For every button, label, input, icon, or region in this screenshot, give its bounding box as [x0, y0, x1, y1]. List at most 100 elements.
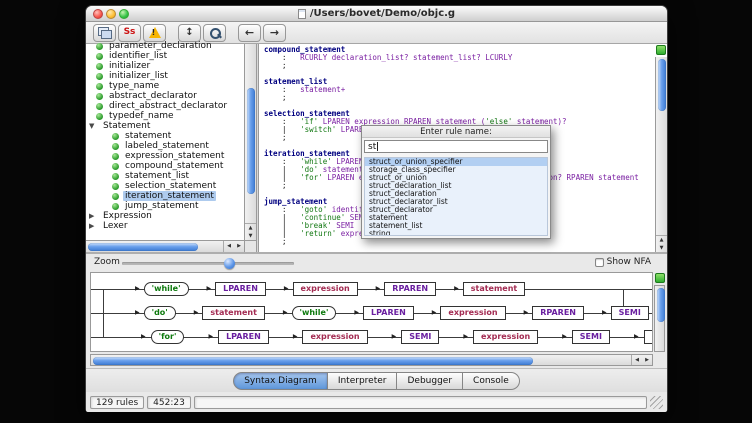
zoom-label: Zoom	[94, 257, 120, 267]
diagram-node-RPAREN[interactable]: RPAREN	[532, 306, 584, 320]
code-segment: RCURLY declaration_list? statement_list?…	[300, 53, 512, 62]
sidebar-item-statement[interactable]: statement	[86, 131, 244, 141]
tab-syntax-diagram[interactable]: Syntax Diagram	[233, 372, 328, 390]
scroll-right-icon[interactable]: ▶	[642, 355, 652, 365]
diagram-node-statement[interactable]: statement	[463, 282, 526, 296]
sidebar-horizontal-scrollbar[interactable]: ◀ ▶	[86, 240, 244, 252]
scroll-up-icon[interactable]: ▲	[656, 236, 667, 244]
scroll-right-icon[interactable]: ▶	[234, 241, 244, 252]
sidebar-item-typedef_name[interactable]: typedef_name	[86, 111, 244, 121]
sidebar-vertical-scrollbar[interactable]: ▲ ▼	[244, 44, 256, 240]
arrow-icon: ▶	[293, 334, 298, 340]
tab-console[interactable]: Console	[463, 372, 520, 390]
rule-name-input[interactable]: st	[364, 140, 548, 153]
diagram-node-SEMI[interactable]: SEMI	[572, 330, 610, 344]
diagram-node-expression[interactable]: expression	[644, 330, 653, 344]
tab-debugger[interactable]: Debugger	[397, 372, 463, 390]
scroll-down-icon[interactable]: ▼	[656, 244, 667, 252]
sidebar-item-direct_abstract_declarator[interactable]: direct_abstract_declarator	[86, 101, 244, 111]
diagram-node-LPAREN[interactable]: LPAREN	[215, 282, 266, 296]
sidebar-item-iteration_statement[interactable]: iteration_statement	[86, 191, 244, 201]
zoom-slider[interactable]	[122, 258, 294, 269]
text-caret	[377, 142, 378, 151]
warnings-button[interactable]	[143, 24, 166, 42]
scroll-down-icon[interactable]: ▼	[245, 232, 256, 240]
diagram-node-for[interactable]: 'for'	[151, 330, 185, 344]
sidebar-item-Statement[interactable]: ▼Statement	[86, 121, 244, 131]
title-area: /Users/bovet/Demo/objc.g	[86, 6, 667, 21]
scroll-left-icon[interactable]: ◀	[224, 241, 234, 252]
sidebar-item-label: Lexer	[101, 221, 130, 231]
arrow-icon: ▶	[376, 286, 381, 292]
diagram-node-while[interactable]: 'while'	[144, 282, 189, 296]
sidebar-item-expression_statement[interactable]: expression_statement	[86, 151, 244, 161]
diagram-vertical-scrollbar[interactable]	[654, 285, 665, 352]
scrollbar-thumb[interactable]	[93, 357, 533, 365]
editor-line: ;	[264, 62, 655, 70]
diagram-node-statement[interactable]: statement	[202, 306, 265, 320]
scrollbar-thumb[interactable]	[247, 88, 255, 194]
rule-icon	[112, 183, 119, 190]
sidebar-item-jump_statement[interactable]: jump_statement	[86, 201, 244, 211]
arrow-icon: ▶	[392, 334, 397, 340]
arrow-icon: ▶	[463, 334, 468, 340]
popup-title: Enter rule name:	[362, 126, 550, 138]
diagram-horizontal-scrollbar[interactable]: ◀ ▶	[90, 354, 653, 366]
sidebar-item-abstract_declarator[interactable]: abstract_declarator	[86, 91, 244, 101]
suggestion-item[interactable]: string	[365, 230, 547, 236]
sidebar-item-identifier_list[interactable]: identifier_list	[86, 51, 244, 61]
sort-rules-button[interactable]: ↕	[178, 24, 201, 42]
diagram-node-LPAREN[interactable]: LPAREN	[363, 306, 414, 320]
diagram-node-while[interactable]: 'while'	[292, 306, 337, 320]
rules-count: 129 rules	[90, 396, 144, 409]
diagram-alternative: ▶'for'▶LPAREN▶expression▶SEMI▶expression…	[91, 325, 652, 349]
scroll-up-icon[interactable]: ▲	[245, 224, 256, 232]
sidebar-item-compound_statement[interactable]: compound_statement	[86, 161, 244, 171]
diagram-node-RPAREN[interactable]: RPAREN	[384, 282, 436, 296]
code-segment: ;	[264, 93, 287, 102]
zoom-slider-thumb[interactable]	[224, 258, 235, 269]
diagram-node-expression[interactable]: expression	[293, 282, 358, 296]
diagram-node-SEMI[interactable]: SEMI	[401, 330, 439, 344]
find-button[interactable]	[203, 24, 226, 42]
scrollbar-thumb[interactable]	[658, 59, 666, 111]
sidebar-item-Lexer[interactable]: ▶ Lexer	[86, 221, 244, 231]
back-button[interactable]: ←	[238, 24, 261, 42]
scrollbar-thumb[interactable]	[88, 243, 198, 251]
check-syntax-button[interactable]: Ss	[118, 24, 141, 42]
status-bar: 129 rules 452:23	[86, 392, 667, 412]
disclosure-closed-icon[interactable]: ▶	[89, 213, 97, 220]
resize-grip[interactable]	[650, 396, 663, 409]
suggestion-item[interactable]: statement_list	[365, 222, 547, 230]
disclosure-open-icon[interactable]: ▼	[89, 123, 97, 130]
scrollbar-thumb[interactable]	[657, 288, 665, 322]
sidebar-item-type_name[interactable]: type_name	[86, 81, 244, 91]
sidebar-item-Expression[interactable]: ▶Expression	[86, 211, 244, 221]
rule-icon	[112, 133, 119, 140]
sidebar-item-selection_statement[interactable]: selection_statement	[86, 181, 244, 191]
scroll-left-icon[interactable]: ◀	[632, 355, 642, 365]
diagram-node-expression[interactable]: expression	[473, 330, 538, 344]
editor-vertical-scrollbar[interactable]: ▲ ▼	[655, 57, 667, 252]
sidebar-item-labeled_statement[interactable]: labeled_statement	[86, 141, 244, 151]
code-segment: ;	[264, 237, 287, 246]
diagram-node-LPAREN[interactable]: LPAREN	[218, 330, 269, 344]
disclosure-closed-icon[interactable]: ▶	[89, 223, 97, 230]
scrollbar-arrows: ◀ ▶	[223, 241, 244, 252]
diagram-node-SEMI[interactable]: SEMI	[611, 306, 649, 320]
tab-interpreter[interactable]: Interpreter	[328, 372, 398, 390]
forward-button[interactable]: →	[263, 24, 286, 42]
diagram-node-expression[interactable]: expression	[302, 330, 367, 344]
show-nfa-checkbox[interactable]	[595, 258, 604, 267]
sidebar-item-initializer[interactable]: initializer	[86, 61, 244, 71]
title-bar[interactable]: /Users/bovet/Demo/objc.g	[86, 6, 667, 22]
sidebar-item-initializer_list[interactable]: initializer_list	[86, 71, 244, 81]
sidebar-item-statement_list[interactable]: statement_list	[86, 171, 244, 181]
diagram-node-do[interactable]: 'do'	[144, 306, 176, 320]
diagram-node-expression[interactable]: expression	[440, 306, 505, 320]
sidebar-item-parameter_declaration[interactable]: parameter_declaration	[86, 41, 244, 51]
slider-track[interactable]	[122, 262, 294, 265]
rules-list-button[interactable]	[93, 24, 116, 42]
arrow-icon: ▶	[207, 286, 212, 292]
syntax-diagram: ▶'while'▶LPAREN▶expression▶RPAREN▶statem…	[90, 272, 653, 352]
